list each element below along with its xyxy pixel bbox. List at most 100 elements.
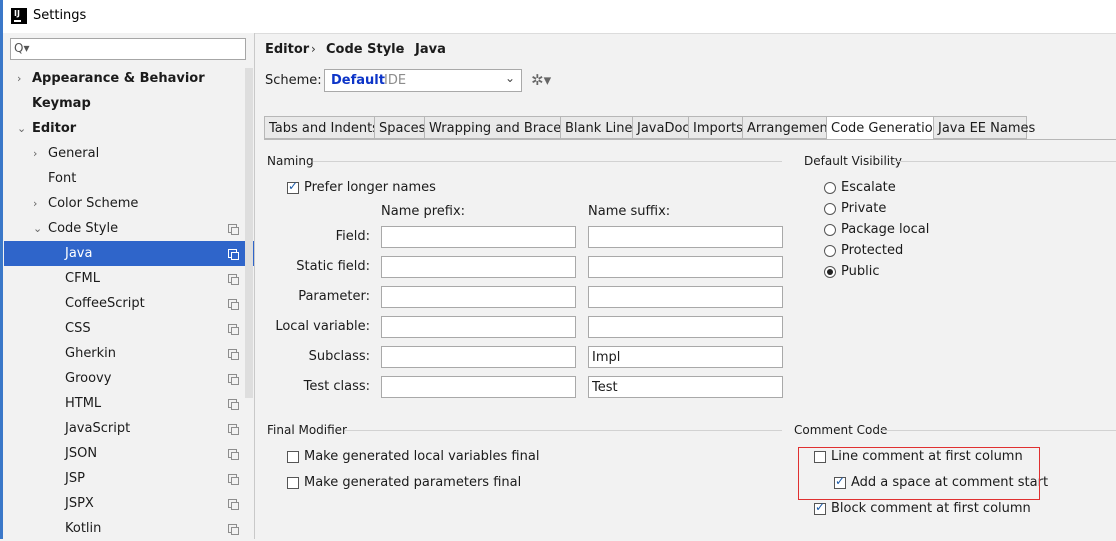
gear-icon[interactable]: ✲▾ bbox=[531, 71, 551, 89]
field-label-subclass: Subclass: bbox=[308, 349, 370, 364]
window-title: Settings bbox=[33, 8, 87, 23]
visibility-radio-escalate[interactable] bbox=[824, 182, 836, 194]
local-variable-prefix-input[interactable] bbox=[381, 316, 576, 338]
breadcrumb-code-style: Code Style bbox=[326, 42, 405, 57]
tree-item-font[interactable]: Font bbox=[4, 166, 254, 191]
tree-item-coffeescript[interactable]: CoffeeScript bbox=[4, 291, 254, 316]
field-suffix-input[interactable] bbox=[588, 226, 783, 248]
tree-item-jsp[interactable]: JSP bbox=[4, 466, 254, 491]
comment-code-section-title: Comment Code bbox=[794, 423, 888, 437]
final-checkbox-0[interactable] bbox=[287, 451, 299, 463]
tree-item-json[interactable]: JSON bbox=[4, 441, 254, 466]
tab-code-generation[interactable]: Code Generation bbox=[826, 116, 941, 140]
tree-item-label: Kotlin bbox=[65, 521, 102, 536]
tree-item-color-scheme[interactable]: › Color Scheme bbox=[4, 191, 254, 216]
tree-item-gherkin[interactable]: Gherkin bbox=[4, 341, 254, 366]
visibility-radio-public[interactable] bbox=[824, 266, 836, 278]
visibility-label-protected: Protected bbox=[841, 243, 904, 258]
visibility-label-package-local: Package local bbox=[841, 222, 930, 237]
section-divider bbox=[313, 161, 782, 162]
tab-wrapping-and-braces[interactable]: Wrapping and Braces bbox=[424, 116, 568, 139]
field-label-static-field: Static field: bbox=[296, 259, 370, 274]
prefer-longer-names-checkbox[interactable] bbox=[287, 179, 299, 194]
chevron-down-icon[interactable]: ⌄ bbox=[33, 216, 42, 241]
tree-item-kotlin[interactable]: Kotlin bbox=[4, 516, 254, 541]
tree-item-java[interactable]: Java bbox=[4, 241, 254, 266]
tree-item-label: Java bbox=[65, 246, 93, 261]
tab-blank-lines[interactable]: Blank Lines bbox=[560, 116, 639, 139]
copy-icon bbox=[228, 474, 239, 485]
tree-item-keymap[interactable]: Keymap bbox=[4, 91, 254, 116]
field-label-parameter: Parameter: bbox=[298, 289, 370, 304]
tree-item-label: JavaScript bbox=[65, 421, 131, 436]
chevron-down-icon[interactable]: ⌄ bbox=[17, 116, 26, 141]
search-input[interactable] bbox=[10, 38, 246, 60]
tree-item-general[interactable]: › General bbox=[4, 141, 254, 166]
tab-arrangement[interactable]: Arrangement bbox=[742, 116, 833, 139]
section-divider bbox=[345, 430, 782, 431]
local-variable-suffix-input[interactable] bbox=[588, 316, 783, 338]
tab-imports[interactable]: Imports bbox=[688, 116, 743, 139]
subclass-suffix-input[interactable] bbox=[588, 346, 783, 368]
highlight-annotation bbox=[798, 447, 1040, 500]
test-class-prefix-input[interactable] bbox=[381, 376, 576, 398]
tree-item-label: CFML bbox=[65, 271, 101, 286]
visibility-label-public: Public bbox=[841, 264, 880, 279]
parameter-suffix-input[interactable] bbox=[588, 286, 783, 308]
visibility-label-private: Private bbox=[841, 201, 887, 216]
app-icon-text: IJ bbox=[14, 9, 20, 18]
tree-item-label: Appearance & Behavior bbox=[32, 71, 205, 86]
tree-item-label: Font bbox=[48, 171, 77, 186]
static-field-prefix-input[interactable] bbox=[381, 256, 576, 278]
tree-item-cfml[interactable]: CFML bbox=[4, 266, 254, 291]
copy-icon bbox=[228, 499, 239, 510]
breadcrumb-separator: › bbox=[311, 42, 316, 56]
chevron-right-icon[interactable]: › bbox=[33, 191, 37, 216]
tree-item-jspx[interactable]: JSPX bbox=[4, 491, 254, 516]
copy-icon bbox=[228, 274, 239, 285]
tree-item-label: Keymap bbox=[32, 96, 91, 111]
tree-item-appearance-behavior[interactable]: › Appearance & Behavior bbox=[4, 66, 254, 91]
tree-item-editor[interactable]: ⌄ Editor bbox=[4, 116, 254, 141]
tab-tabs-and-indents[interactable]: Tabs and Indents bbox=[264, 116, 379, 139]
chevron-down-icon[interactable]: ⌄ bbox=[505, 71, 515, 85]
copy-icon bbox=[228, 349, 239, 360]
tab-bar: Tabs and Indents Spaces Wrapping and Brace… bbox=[264, 116, 1116, 140]
chevron-right-icon[interactable]: › bbox=[33, 141, 37, 166]
chevron-right-icon[interactable]: › bbox=[17, 66, 21, 91]
parameter-prefix-input[interactable] bbox=[381, 286, 576, 308]
title-bar bbox=[0, 0, 1116, 34]
tree-item-label: CSS bbox=[65, 321, 91, 336]
tree-item-label: Editor bbox=[32, 121, 77, 136]
test-class-suffix-input[interactable] bbox=[588, 376, 783, 398]
tree-item-javascript[interactable]: JavaScript bbox=[4, 416, 254, 441]
visibility-radio-protected[interactable] bbox=[824, 245, 836, 257]
tab-spaces[interactable]: Spaces bbox=[374, 116, 425, 139]
comment-label-block-comment-at-first-column: Block comment at first column bbox=[831, 501, 1031, 516]
tree-item-html[interactable]: HTML bbox=[4, 391, 254, 416]
copy-icon bbox=[228, 224, 239, 235]
tree-item-css[interactable]: CSS bbox=[4, 316, 254, 341]
visibility-label-escalate: Escalate bbox=[841, 180, 896, 195]
tree-item-code-style[interactable]: ⌄ Code Style bbox=[4, 216, 254, 241]
tree-item-label: Gherkin bbox=[65, 346, 117, 361]
visibility-radio-private[interactable] bbox=[824, 203, 836, 215]
visibility-radio-package-local[interactable] bbox=[824, 224, 836, 236]
copy-icon bbox=[228, 324, 239, 335]
final-label-0: Make generated local variables final bbox=[304, 449, 540, 464]
tree-scrollbar[interactable] bbox=[245, 68, 253, 398]
field-prefix-input[interactable] bbox=[381, 226, 576, 248]
final-checkbox-1[interactable] bbox=[287, 477, 299, 489]
tree-item-label: CoffeeScript bbox=[65, 296, 145, 311]
comment-checkbox-block-comment-at-first-column[interactable] bbox=[814, 500, 826, 515]
search-icon[interactable]: Q▾ bbox=[14, 41, 29, 55]
tree-item-groovy[interactable]: Groovy bbox=[4, 366, 254, 391]
tab-java-ee-names[interactable]: Java EE Names bbox=[933, 116, 1035, 139]
final-label-1: Make generated parameters final bbox=[304, 475, 522, 490]
static-field-suffix-input[interactable] bbox=[588, 256, 783, 278]
field-label-test-class: Test class: bbox=[303, 379, 370, 394]
copy-icon bbox=[228, 524, 239, 535]
tab-javadoc[interactable]: JavaDoc bbox=[632, 116, 690, 139]
subclass-prefix-input[interactable] bbox=[381, 346, 576, 368]
naming-section-title: Naming bbox=[267, 154, 314, 168]
